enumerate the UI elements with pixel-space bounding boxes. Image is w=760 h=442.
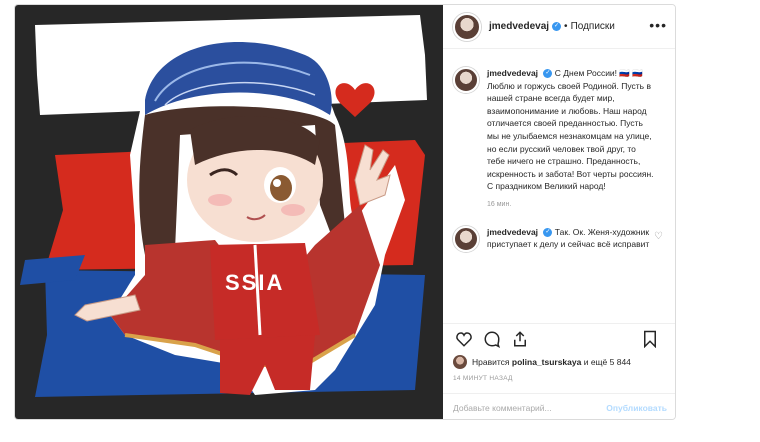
bookmark-icon[interactable] [639, 328, 661, 350]
add-comment-bar: Добавьте комментарий... Опубликовать [443, 393, 675, 419]
heart-icon[interactable] [453, 328, 475, 350]
avatar[interactable] [453, 12, 481, 41]
likes-summary: Нравится polina_tsurskaya и ещё 5 844 [453, 355, 631, 369]
caption-text: С Днем России! 🇷🇺 🇷🇺 Люблю и горжусь сво… [487, 68, 654, 192]
likes-user[interactable]: polina_tsurskaya [512, 357, 581, 367]
post-header: jmedvedevaj ✓ • Подписки ••• [443, 5, 675, 49]
instagram-post: SSIA jmedvedevaj ✓ • Подписки ••• jmedve… [14, 4, 676, 420]
jacket-text: SSIA [225, 270, 284, 295]
caption-username[interactable]: jmedvedevaj [487, 68, 538, 78]
comment-like-icon[interactable]: ♡ [654, 231, 663, 242]
separator: • [564, 21, 568, 32]
avatar[interactable] [453, 225, 479, 252]
author-username[interactable]: jmedvedevaj [489, 21, 549, 32]
likes-prefix: Нравится [472, 357, 510, 367]
more-icon[interactable]: ••• [649, 17, 667, 33]
reply-username[interactable]: jmedvedevaj [487, 227, 538, 237]
comment-input[interactable]: Добавьте комментарий... [453, 403, 552, 413]
caption-time: 16 мин. [487, 200, 512, 208]
reply-body: jmedvedevaj ✓ Так. Ок. Женя-художник при… [487, 226, 655, 251]
post-timestamp: 14 МИНУТ НАЗАД [453, 375, 513, 382]
follow-button[interactable]: Подписки [571, 21, 615, 32]
post-sidebar: jmedvedevaj ✓ • Подписки ••• jmedvedevaj… [443, 5, 675, 419]
verified-icon: ✓ [543, 69, 553, 79]
caption-comment: jmedvedevaj ✓ С Днем России! 🇷🇺 🇷🇺 Люблю… [453, 67, 667, 212]
liker-avatar[interactable] [453, 355, 467, 369]
post-image[interactable]: SSIA [15, 5, 443, 419]
verified-icon: ✓ [543, 227, 553, 237]
share-icon[interactable] [509, 328, 531, 350]
comment-icon[interactable] [481, 328, 503, 350]
comments-list: jmedvedevaj ✓ С Днем России! 🇷🇺 🇷🇺 Люблю… [443, 55, 675, 317]
publish-button[interactable]: Опубликовать [606, 403, 667, 413]
reply-comment: jmedvedevaj ✓ Так. Ок. Женя-художник при… [453, 225, 667, 252]
verified-icon: ✓ [552, 22, 562, 31]
action-bar [443, 323, 675, 353]
avatar[interactable] [453, 67, 479, 93]
likes-suffix[interactable]: и ещё 5 844 [584, 357, 631, 367]
chibi-illustration: SSIA [20, 15, 427, 397]
caption-body: jmedvedevaj ✓ С Днем России! 🇷🇺 🇷🇺 Люблю… [487, 67, 655, 212]
